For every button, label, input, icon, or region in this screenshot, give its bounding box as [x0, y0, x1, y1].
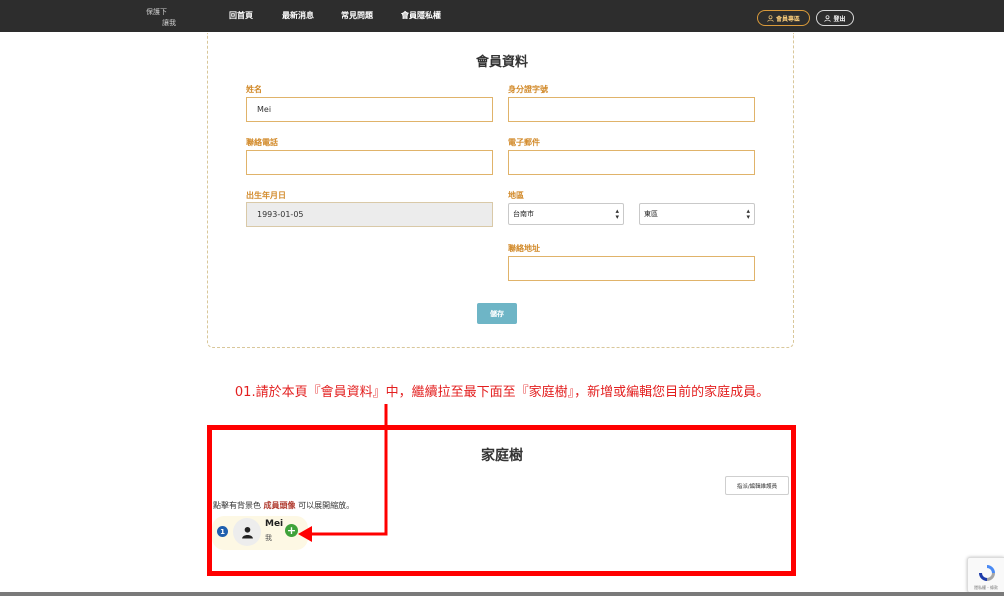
birthday-input: 1993-01-05	[246, 202, 493, 227]
bottom-edge	[0, 592, 1004, 596]
nav-faq[interactable]: 常見問題	[341, 10, 373, 21]
logout-button[interactable]: 登出	[816, 10, 854, 26]
save-button[interactable]: 儲存	[477, 303, 517, 324]
recaptcha-badge[interactable]: 隱私權 - 條款	[967, 557, 1004, 593]
member-relation: 我	[265, 534, 272, 542]
city-value: 台南市	[513, 210, 534, 218]
select-arrows-icon: ▴ ▾	[746, 207, 750, 221]
site-logo[interactable]: 保護下 讓我	[140, 5, 180, 29]
member-name: Mei	[265, 519, 284, 529]
profile-card	[207, 33, 794, 348]
top-navbar: 保護下 讓我 回首頁 最新消息 常見問題 會員隱私權 會員專區 登出	[0, 0, 1004, 32]
city-select[interactable]: 台南市 ▴ ▾	[508, 203, 624, 225]
family-tree-title: 家庭樹	[481, 448, 523, 464]
hint-prefix: 點擊有背景色	[213, 501, 261, 510]
address-input[interactable]	[508, 256, 755, 281]
phone-label: 聯絡電話	[246, 138, 278, 147]
member-generation-badge: 1	[217, 526, 228, 537]
address-label: 聯絡地址	[508, 244, 540, 253]
recaptcha-label: 隱私權 - 條款	[974, 585, 998, 590]
id-number-input[interactable]	[508, 97, 755, 122]
person-icon	[241, 526, 253, 538]
nav-home[interactable]: 回首頁	[229, 10, 253, 21]
select-arrows-icon: ▴ ▾	[615, 207, 619, 221]
recaptcha-icon	[979, 565, 995, 581]
logo-line1: 保護下	[146, 8, 167, 16]
district-select[interactable]: 東區 ▴ ▾	[639, 203, 755, 225]
instruction-text: 01.請於本頁『會員資料』中，繼續拉至最下面至『家庭樹』，新增或編輯您目前的家庭…	[234, 385, 770, 400]
plus-circle-icon[interactable]: +	[285, 524, 298, 537]
birthday-label: 出生年月日	[246, 191, 286, 200]
user-icon	[767, 14, 774, 22]
user-icon	[824, 14, 832, 22]
nav-news[interactable]: 最新消息	[282, 10, 314, 21]
member-area-button[interactable]: 會員專區	[757, 10, 810, 26]
name-label: 姓名	[246, 85, 262, 94]
assign-maintainer-button[interactable]: 指派/編輯維護員	[725, 476, 789, 495]
phone-input[interactable]	[246, 150, 493, 175]
hint-suffix: 可以展開縮放。	[298, 501, 355, 510]
email-input[interactable]	[508, 150, 755, 175]
family-tree-hint: 點擊有背景色 成員頭像 可以展開縮放。	[213, 500, 354, 511]
email-label: 電子郵件	[508, 138, 540, 147]
member-area-label: 會員專區	[775, 15, 800, 23]
logo-line2: 讓我	[162, 19, 176, 27]
nav-privacy[interactable]: 會員隱私權	[401, 10, 441, 21]
logout-label: 登出	[833, 15, 846, 23]
region-label: 地區	[508, 191, 524, 200]
id-number-label: 身分證字號	[508, 85, 548, 94]
name-input[interactable]: Mei	[246, 97, 493, 122]
hint-highlight: 成員頭像	[263, 501, 296, 510]
district-value: 東區	[644, 210, 658, 218]
profile-title: 會員資料	[475, 55, 528, 70]
member-avatar[interactable]	[233, 518, 261, 546]
